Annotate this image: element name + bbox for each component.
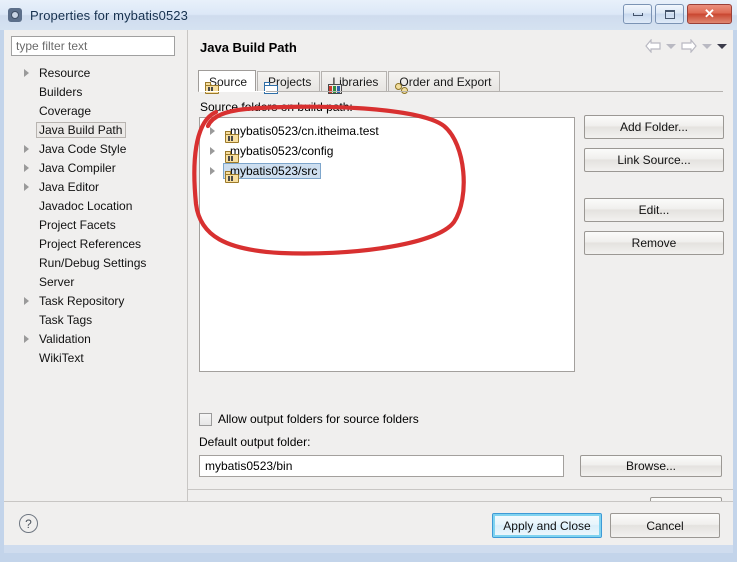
- expand-triangle-icon[interactable]: [24, 335, 29, 343]
- tab-source[interactable]: Source: [198, 70, 257, 94]
- sidebar-item-task-tags[interactable]: Task Tags: [4, 310, 187, 329]
- source-folder-row[interactable]: mybatis0523/src: [200, 161, 574, 183]
- panel-nav-toolbar: [645, 39, 727, 53]
- expand-triangle-icon[interactable]: [210, 147, 215, 155]
- default-output-folder-label: Default output folder:: [199, 435, 311, 449]
- sidebar-item-resource[interactable]: Resource: [4, 63, 187, 82]
- source-folder-content: mybatis0523/src: [223, 163, 322, 183]
- expand-triangle-icon[interactable]: [24, 183, 29, 191]
- sidebar-item-validation[interactable]: Validation: [4, 329, 187, 348]
- sidebar-item-wikitext[interactable]: WikiText: [4, 348, 187, 367]
- close-button[interactable]: ✕: [687, 4, 732, 24]
- maximize-button[interactable]: [655, 4, 684, 24]
- tab-libraries[interactable]: Libraries: [321, 71, 388, 94]
- settings-tree: Resource Builders Coverage Java Build Path J…: [4, 63, 187, 367]
- sidebar-item-java-build-path[interactable]: Java Build Path: [4, 120, 187, 139]
- sidebar-item-task-repository[interactable]: Task Repository: [4, 291, 187, 310]
- view-menu-icon[interactable]: [717, 43, 727, 49]
- sidebar-item-builders[interactable]: Builders: [4, 82, 187, 101]
- sidebar-item-label: Validation: [39, 331, 91, 346]
- default-output-folder-input[interactable]: mybatis0523/bin: [199, 455, 564, 477]
- sidebar-item-javadoc-location[interactable]: Javadoc Location: [4, 196, 187, 215]
- source-folder-label: mybatis0523/config: [230, 144, 334, 158]
- sidebar-item-project-facets[interactable]: Project Facets: [4, 215, 187, 234]
- sidebar-item-label: Task Tags: [39, 312, 93, 327]
- sidebar-item-label: Run/Debug Settings: [39, 255, 147, 270]
- expand-triangle-icon[interactable]: [24, 297, 29, 305]
- sidebar-item-label: Javadoc Location: [39, 198, 133, 213]
- allow-output-folders-row[interactable]: Allow output folders for source folders: [199, 412, 419, 426]
- title-bar: Properties for mybatis0523 ✕: [0, 0, 737, 30]
- forward-dropdown-icon[interactable]: [702, 43, 712, 49]
- back-dropdown-icon[interactable]: [666, 43, 676, 49]
- window-frame-bottom: [0, 553, 737, 562]
- source-folders-list[interactable]: mybatis0523/cn.itheima.test mybatis0523/c…: [199, 117, 575, 372]
- expand-triangle-icon[interactable]: [24, 145, 29, 153]
- expand-triangle-icon[interactable]: [210, 167, 215, 175]
- page-title: Java Build Path: [200, 40, 297, 55]
- sidebar-item-label: Java Compiler: [39, 160, 116, 175]
- sidebar-item-coverage[interactable]: Coverage: [4, 101, 187, 120]
- allow-output-folders-checkbox[interactable]: [199, 412, 212, 426]
- properties-gear-icon: [7, 7, 23, 23]
- tab-order-and-export[interactable]: Order and Export: [388, 71, 501, 94]
- cancel-button[interactable]: Cancel: [610, 513, 720, 538]
- apply-separator: [188, 489, 733, 490]
- browse-button[interactable]: Browse...: [580, 455, 722, 477]
- tab-label: Order and Export: [399, 75, 492, 89]
- sidebar-item-run-debug-settings[interactable]: Run/Debug Settings: [4, 253, 187, 272]
- window-frame-right: [733, 30, 737, 553]
- forward-arrow-icon[interactable]: [681, 39, 697, 53]
- expand-triangle-icon[interactable]: [24, 69, 29, 77]
- sidebar-item-label: Project References: [39, 236, 142, 251]
- window-title: Properties for mybatis0523: [30, 7, 188, 23]
- expand-triangle-icon[interactable]: [210, 127, 215, 135]
- button-group-spacer: [584, 181, 724, 198]
- allow-output-folders-label: Allow output folders for source folders: [218, 412, 419, 426]
- apply-and-close-button[interactable]: Apply and Close: [492, 513, 602, 538]
- minimize-button[interactable]: [623, 4, 652, 24]
- source-folders-label: Source folders on build path:: [200, 100, 353, 114]
- dialog-body: type filter text Resource Builders Coverag…: [4, 30, 733, 545]
- sidebar-item-project-references[interactable]: Project References: [4, 234, 187, 253]
- sidebar-item-java-compiler[interactable]: Java Compiler: [4, 158, 187, 177]
- build-path-tabs: Source Projects Libraries Order and Export: [198, 70, 501, 94]
- sidebar-item-label: WikiText: [39, 350, 84, 365]
- sidebar-item-server[interactable]: Server: [4, 272, 187, 291]
- sidebar-item-label: Resource: [39, 65, 91, 80]
- sidebar-item-label: Java Build Path: [36, 121, 127, 138]
- filter-input[interactable]: type filter text: [11, 36, 175, 56]
- properties-dialog: Properties for mybatis0523 ✕ type filter…: [0, 0, 737, 562]
- sidebar-item-label: Coverage: [39, 103, 92, 118]
- source-folder-content: mybatis0523/cn.itheima.test: [223, 123, 383, 143]
- tab-projects[interactable]: Projects: [257, 71, 321, 94]
- window-controls: ✕: [623, 4, 732, 24]
- add-folder-button[interactable]: Add Folder...: [584, 115, 724, 139]
- help-icon[interactable]: ?: [19, 514, 38, 533]
- source-folder-label: mybatis0523/src: [230, 164, 318, 178]
- source-folder-content: mybatis0523/config: [223, 143, 337, 163]
- sidebar-item-java-editor[interactable]: Java Editor: [4, 177, 187, 196]
- sidebar-item-label: Java Editor: [39, 179, 100, 194]
- source-folder-row[interactable]: mybatis0523/cn.itheima.test: [200, 121, 574, 143]
- link-source-button[interactable]: Link Source...: [584, 148, 724, 172]
- sidebar-item-label: Project Facets: [39, 217, 116, 232]
- expand-triangle-icon[interactable]: [24, 164, 29, 172]
- main-panel: Java Build Path Source Projects Libraries O…: [188, 30, 733, 524]
- sidebar-item-java-code-style[interactable]: Java Code Style: [4, 139, 187, 158]
- sidebar-item-label: Task Repository: [39, 293, 125, 308]
- source-folder-row[interactable]: mybatis0523/config: [200, 141, 574, 163]
- source-folder-actions: Add Folder... Link Source... Edit... Remove: [584, 115, 724, 264]
- settings-sidebar: type filter text Resource Builders Coverag…: [4, 30, 187, 524]
- sidebar-item-label: Java Code Style: [39, 141, 127, 156]
- edit-button[interactable]: Edit...: [584, 198, 724, 222]
- source-folder-label: mybatis0523/cn.itheima.test: [230, 124, 379, 138]
- tab-underline: [198, 91, 723, 92]
- sidebar-item-label: Builders: [39, 84, 83, 99]
- footer-buttons: Apply and Close Cancel: [492, 513, 720, 538]
- back-arrow-icon[interactable]: [645, 39, 661, 53]
- remove-button[interactable]: Remove: [584, 231, 724, 255]
- sidebar-item-label: Server: [39, 274, 75, 289]
